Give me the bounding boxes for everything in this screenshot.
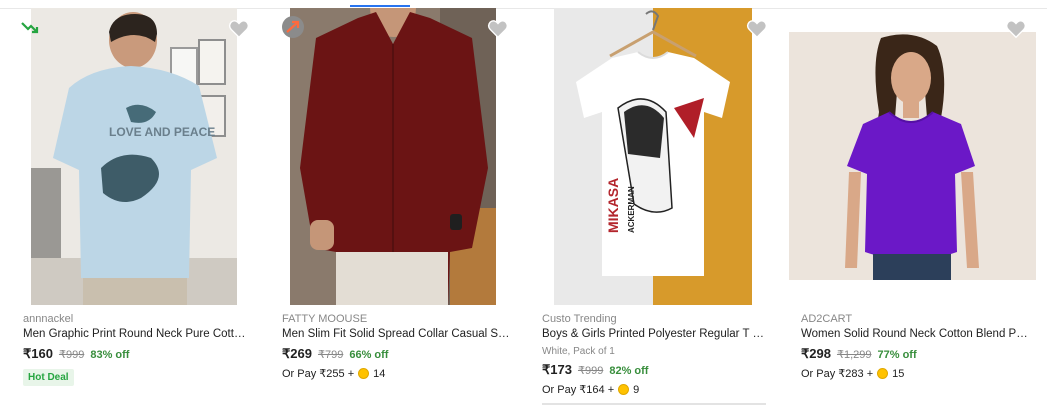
price-row: ₹269 ₹799 66% off: [282, 346, 388, 362]
product-brand: FATTY MOOUSE: [282, 313, 368, 325]
product-card[interactable]: FATTY MOOUSE Men Slim Fit Solid Spread C…: [259, 8, 517, 405]
selling-price: ₹160: [23, 346, 53, 361]
trend-up-icon: [282, 16, 304, 38]
product-variant: White, Pack of 1: [542, 346, 615, 357]
product-image[interactable]: [789, 32, 1036, 280]
product-card[interactable]: LOVE AND PEACE annnackel Men Graphic Pri…: [0, 8, 258, 405]
product-card[interactable]: AD2CART Women Solid Round Neck Cotton Bl…: [777, 8, 1036, 405]
product-image[interactable]: [290, 8, 496, 305]
discount-percent: 82% off: [609, 365, 649, 377]
print-text: LOVE AND PEACE: [109, 125, 215, 139]
price-row: ₹173 ₹999 82% off: [542, 362, 648, 378]
or-pay-coins: Or Pay ₹283 + 15: [801, 367, 905, 381]
trend-down-icon: [19, 16, 41, 38]
coin-count: 14: [373, 367, 386, 380]
active-tab-indicator: [350, 5, 410, 7]
product-title[interactable]: Women Solid Round Neck Cotton Blend Purp…: [801, 328, 1029, 340]
or-pay-coins: Or Pay ₹164 + 9: [542, 383, 640, 397]
price-row: ₹298 ₹1,299 77% off: [801, 346, 917, 362]
discount-percent: 83% off: [90, 349, 130, 361]
product-brand: annnackel: [23, 313, 74, 325]
product-image[interactable]: MIKASA ACKERMAN: [554, 8, 752, 305]
coin-count: 15: [892, 367, 905, 380]
product-card[interactable]: MIKASA ACKERMAN Custo Trending Boys & Gi…: [518, 8, 776, 405]
price-row: ₹160 ₹999 83% off: [23, 346, 129, 362]
print-text-main: MIKASA: [605, 178, 621, 233]
original-price: ₹1,299: [836, 349, 872, 361]
supercoin-icon: [877, 368, 889, 379]
or-pay-coins: Or Pay ₹255 + 14: [282, 367, 386, 381]
original-price: ₹999: [58, 349, 85, 361]
supercoin-icon: [358, 368, 370, 379]
selling-price: ₹269: [282, 346, 312, 361]
original-price: ₹799: [317, 349, 344, 361]
wishlist-heart-icon[interactable]: [487, 18, 509, 40]
print-text-sub: ACKERMAN: [627, 186, 636, 233]
wishlist-heart-icon[interactable]: [228, 18, 250, 40]
product-brand: AD2CART: [801, 313, 853, 325]
product-brand: Custo Trending: [542, 313, 617, 325]
discount-percent: 77% off: [877, 349, 917, 361]
selling-price: ₹173: [542, 362, 572, 377]
discount-percent: 66% off: [349, 349, 389, 361]
or-pay-label: Or Pay ₹164 +: [542, 384, 615, 396]
supercoin-icon: [618, 384, 630, 395]
coin-count: 9: [633, 383, 640, 396]
product-title[interactable]: Boys & Girls Printed Polyester Regular T…: [542, 328, 770, 340]
or-pay-label: Or Pay ₹283 +: [801, 368, 874, 380]
product-image[interactable]: LOVE AND PEACE: [31, 8, 237, 305]
hot-deal-badge: Hot Deal: [23, 369, 74, 386]
or-pay-label: Or Pay ₹255 +: [282, 368, 355, 380]
product-title[interactable]: Men Slim Fit Solid Spread Collar Casual …: [282, 328, 510, 340]
wishlist-heart-icon[interactable]: [1005, 18, 1027, 40]
product-title[interactable]: Men Graphic Print Round Neck Pure Cotton…: [23, 328, 251, 340]
selling-price: ₹298: [801, 346, 831, 361]
wishlist-heart-icon[interactable]: [746, 18, 768, 40]
original-price: ₹999: [577, 365, 604, 377]
